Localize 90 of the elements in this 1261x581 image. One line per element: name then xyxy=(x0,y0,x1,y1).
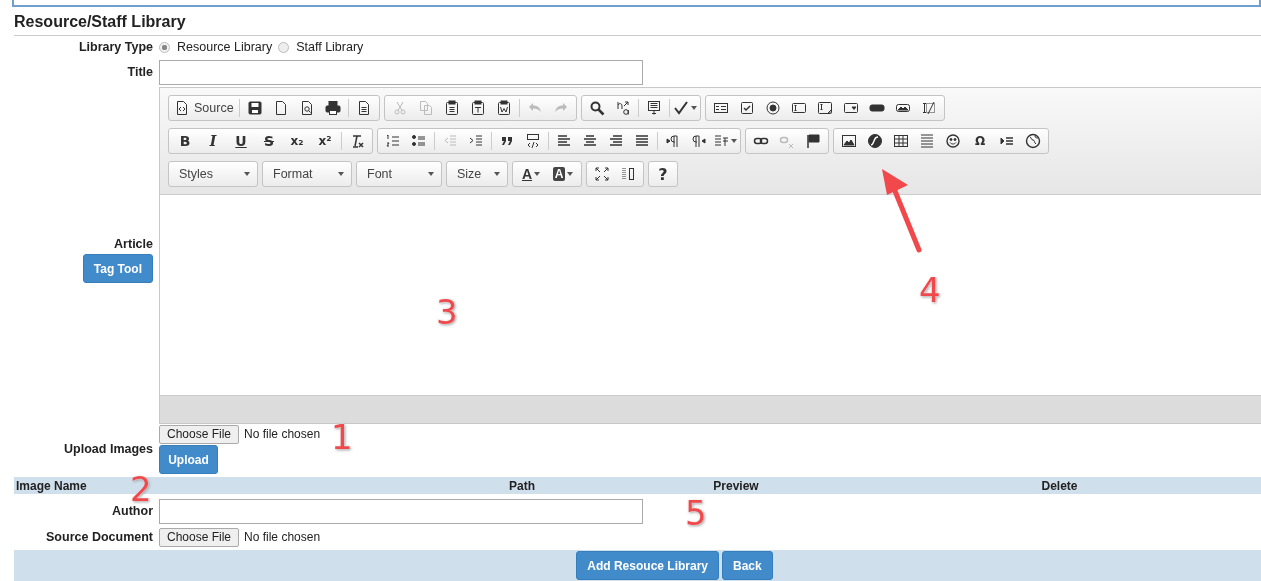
field-label: Author xyxy=(112,504,153,518)
caret-icon xyxy=(428,172,434,176)
select-all-icon xyxy=(645,100,662,116)
caret-icon xyxy=(731,139,737,143)
annotation-number: 2 xyxy=(130,472,152,506)
column-header: Image Name xyxy=(16,478,87,493)
page-title: Resource/Staff Library xyxy=(14,12,1261,36)
add-resource-library-button[interactable]: Add Resouce Library xyxy=(576,551,719,580)
radio-icon xyxy=(764,100,781,116)
annotation-number: 5 xyxy=(685,496,707,530)
align-left-icon xyxy=(556,133,572,149)
toolbar-button[interactable]: Ω xyxy=(966,130,994,152)
pilcrow-right-icon xyxy=(665,133,681,149)
column-header: Preview xyxy=(713,478,759,493)
caret-icon xyxy=(534,172,541,176)
code-page-icon xyxy=(174,100,190,116)
numbered-list-icon xyxy=(385,133,401,149)
justify-icon xyxy=(634,133,650,149)
horizontal-rule-icon xyxy=(919,133,935,149)
choose-file-button[interactable]: Choose File xyxy=(159,424,240,444)
caret-icon xyxy=(690,106,697,110)
indent-icon xyxy=(468,133,484,149)
dropdown[interactable]: Size xyxy=(446,161,508,187)
pilcrow-left-icon xyxy=(691,133,707,149)
choose-file-button[interactable]: Choose File xyxy=(159,527,240,547)
copy-icon xyxy=(417,100,434,116)
toolbar-button[interactable]: x² xyxy=(311,130,339,152)
bullet-list-icon xyxy=(411,133,427,149)
radio-label[interactable]: Staff Library xyxy=(296,40,364,54)
radio-button[interactable] xyxy=(159,41,170,53)
back-button[interactable]: Back xyxy=(722,551,773,580)
expand-arrows-icon xyxy=(594,166,610,182)
toolbar-button[interactable]: I xyxy=(199,130,227,152)
dropdown[interactable]: Format xyxy=(262,161,352,187)
upload-button[interactable]: Upload xyxy=(159,445,218,474)
disc-icon xyxy=(867,133,883,149)
column-header: Path xyxy=(509,478,535,493)
dropdown[interactable]: Font xyxy=(356,161,442,187)
check-mark-icon xyxy=(672,100,689,116)
caret-icon xyxy=(244,172,250,176)
dropdown[interactable]: Styles xyxy=(168,161,258,187)
background-color-button[interactable]: A xyxy=(547,163,579,185)
flag-icon xyxy=(805,133,821,149)
toolbar-button[interactable]: ? xyxy=(651,163,675,185)
toolbar-button[interactable]: B xyxy=(171,130,199,152)
author-field[interactable] xyxy=(159,498,643,524)
align-right-icon xyxy=(608,133,624,149)
toolbar-button[interactable]: x₂ xyxy=(283,130,311,152)
image-icon xyxy=(841,133,857,149)
clipboard-w-icon xyxy=(495,100,512,116)
form-icon xyxy=(712,100,729,116)
caret-icon xyxy=(567,172,574,176)
code-block-icon xyxy=(525,133,541,149)
text-area-icon xyxy=(816,100,833,116)
title-field[interactable] xyxy=(159,59,643,85)
printer-icon xyxy=(324,100,341,116)
radio-label[interactable]: Resource Library xyxy=(177,40,273,54)
field-label: Library Type xyxy=(78,40,153,54)
toolbar-button[interactable]: U xyxy=(227,130,255,152)
search-icon xyxy=(588,100,605,116)
annotation-number: 3 xyxy=(436,295,458,329)
clipboard-t-icon xyxy=(469,100,486,116)
scissors-icon xyxy=(391,100,408,116)
field-label: Article xyxy=(114,237,153,251)
text-field-icon xyxy=(790,100,807,116)
field-label: Source Document xyxy=(46,530,153,544)
smiley-icon xyxy=(945,133,961,149)
radio-button[interactable] xyxy=(278,41,290,53)
annotation-number: 1 xyxy=(331,420,353,454)
field-label: Title xyxy=(127,65,153,79)
caret-icon xyxy=(338,172,344,176)
tag-tool-button[interactable]: Tag Tool xyxy=(82,254,153,283)
field-label: Upload Images xyxy=(64,442,153,456)
file-status: No file chosen xyxy=(244,427,321,441)
outdent-icon xyxy=(442,133,458,149)
column-header: Delete xyxy=(1041,478,1078,493)
show-blocks-icon xyxy=(620,166,636,182)
align-center-icon xyxy=(582,133,598,149)
source-button[interactable]: Source xyxy=(171,97,237,119)
hidden-field-icon xyxy=(920,100,937,116)
toolbar-button[interactable]: S xyxy=(255,130,283,152)
table-icon xyxy=(893,133,909,149)
file-status: No file chosen xyxy=(244,530,321,544)
caret-icon xyxy=(494,172,500,176)
select-box-icon xyxy=(842,100,859,116)
annotation-number: 4 xyxy=(919,273,941,307)
language-icon xyxy=(713,133,729,149)
checkbox-icon xyxy=(738,100,755,116)
clipboard-icon xyxy=(443,100,460,116)
text-color-button[interactable]: A xyxy=(515,163,547,185)
